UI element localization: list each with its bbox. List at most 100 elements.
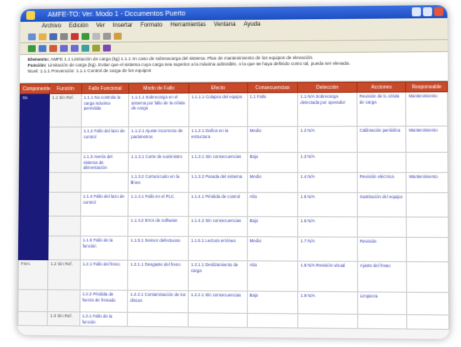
chart-icon[interactable]	[102, 44, 111, 52]
table-cell[interactable]: 1.2 N/A	[297, 126, 358, 153]
table-row[interactable]: 1.1.5 Fallo de la función 1.1.5.1 Sensor …	[18, 235, 449, 262]
table-cell[interactable]: 1.2.2.1 Sin consecuencias	[188, 290, 248, 314]
table-cell[interactable]: 1.1.3.2 Cortocircuito en la línea	[128, 172, 189, 193]
open-icon[interactable]	[38, 33, 47, 41]
table-cell[interactable]	[298, 313, 358, 329]
table-cell[interactable]: Revisión de la célula de carga	[356, 91, 407, 127]
table-cell[interactable]: Mantenimiento	[406, 91, 448, 127]
table-cell[interactable]	[406, 217, 449, 238]
column-header[interactable]: Acciones	[356, 81, 407, 93]
table-cell[interactable]	[188, 312, 247, 328]
table-cell[interactable]: Bajo	[247, 152, 298, 173]
table-row[interactable]: 1.1.2 Fallo del lazo de control 1.1.2.1 A…	[19, 126, 448, 153]
table-cell[interactable]: 1.1.5.1 Lectura errónea	[188, 236, 248, 261]
table-cell[interactable]: Sustitución del equipo	[357, 192, 407, 218]
table-cell[interactable]: Medio	[247, 126, 298, 153]
table-row[interactable]: 1.1.3 Avería del sistema de alimentación…	[19, 152, 448, 173]
table-cell[interactable]	[406, 237, 449, 262]
search-icon[interactable]	[92, 44, 101, 52]
column-header[interactable]: Consecuencias	[247, 82, 298, 93]
table-cell[interactable]	[19, 172, 50, 193]
arrow-left-icon[interactable]	[59, 44, 68, 52]
table-cell[interactable]: Alto	[247, 260, 298, 292]
table-cell[interactable]: 1.3 Sin Ref.	[47, 311, 80, 326]
table-row[interactable]: 1.3 Sin Ref. 1.3.1 Fallo de la función	[17, 311, 449, 330]
table-cell[interactable]: 1.7 N/A	[297, 236, 358, 262]
table-row[interactable]: 1.1.4.2 Error de software 1.1.4.2 Sin con…	[18, 215, 449, 238]
table-cell[interactable]: Fren.	[18, 259, 49, 290]
table-row[interactable]: 1.1.4 Fallo del lazo de control 1.1.4.1 F…	[18, 192, 449, 218]
table-cell[interactable]: Calibración periódica	[357, 126, 407, 153]
table-cell[interactable]	[48, 235, 81, 260]
copy-icon[interactable]	[103, 32, 111, 40]
menu-item[interactable]: Edición	[69, 21, 88, 31]
table-cell[interactable]: 1.6 N/A	[297, 216, 358, 238]
arrow-right-icon[interactable]	[70, 44, 79, 52]
table-cell[interactable]	[127, 312, 189, 327]
table-cell[interactable]: 1.1 N/A Sobrecarga detectada por operado…	[297, 92, 358, 127]
menu-item[interactable]: Ver	[96, 21, 105, 31]
menu-item[interactable]: Archivo	[42, 21, 62, 31]
table-cell[interactable]: 1.1.4.2 Sin consecuencias	[188, 216, 248, 237]
table-cell[interactable]	[48, 172, 81, 193]
menu-item[interactable]: Ventana	[214, 20, 236, 30]
table-cell[interactable]: 1.3 N/A	[297, 152, 358, 173]
table-cell[interactable]: 1.1.3.1 Corte de suministro	[128, 152, 189, 173]
column-header[interactable]: Detección	[297, 82, 357, 93]
maximize-icon[interactable]	[422, 7, 433, 17]
table-cell[interactable]: 1.1 Sin Ref.	[49, 93, 82, 128]
table-cell[interactable]: 1.1.4.1 Fallo en el PLC	[128, 192, 189, 217]
table-cell[interactable]: 1.4 N/A	[297, 172, 358, 193]
flag-icon[interactable]	[49, 44, 58, 52]
table-cell[interactable]	[47, 289, 80, 312]
table-cell[interactable]	[19, 127, 50, 153]
table-cell[interactable]: 1.2.2.1 Contaminación de los discos	[127, 290, 189, 313]
table-cell[interactable]: Medio	[247, 236, 298, 262]
table-cell[interactable]	[357, 152, 407, 173]
table-cell[interactable]: 1.3.1 Fallo de la función	[79, 311, 128, 327]
table-cell[interactable]	[406, 152, 448, 173]
table-cell[interactable]: 1.1.2 Fallo del lazo de control	[80, 126, 129, 153]
table-cell[interactable]: 1.1 Fallo	[247, 92, 298, 127]
table-row[interactable]: 1.1.3.2 Cortocircuito en la línea 1.1.3.2…	[19, 172, 449, 193]
table-cell[interactable]: 1.1.4.2 Error de software	[128, 216, 189, 237]
table-cell[interactable]	[357, 314, 408, 329]
paste-icon[interactable]	[113, 32, 122, 40]
save-icon[interactable]	[49, 33, 58, 41]
table-cell[interactable]	[246, 313, 299, 328]
table-cell[interactable]: Alto	[247, 192, 298, 217]
new-icon[interactable]	[28, 33, 36, 41]
table-cell[interactable]	[19, 152, 50, 173]
table-cell[interactable]	[18, 192, 49, 217]
table-cell[interactable]: 1.1.2.1 Daños en la estructura	[188, 126, 248, 153]
table-cell[interactable]	[406, 261, 449, 293]
column-header[interactable]: Fallo Funcional	[81, 83, 130, 94]
column-header[interactable]: Efecto	[188, 82, 248, 93]
table-cell[interactable]: Limpieza	[357, 291, 408, 315]
menu-item[interactable]: Formato	[140, 21, 162, 31]
table-cell[interactable]: 1.1.4 Fallo del lazo de control	[80, 192, 129, 217]
table-cell[interactable]: Mantenimiento	[406, 126, 448, 153]
table-cell[interactable]	[406, 192, 449, 218]
table-cell[interactable]	[80, 216, 129, 237]
table-cell[interactable]: Bajo	[247, 216, 298, 237]
column-header[interactable]: Modo de Fallo	[128, 83, 189, 94]
table-cell[interactable]	[407, 292, 449, 315]
delete-icon[interactable]	[70, 33, 79, 40]
menu-item[interactable]: Herramientas	[170, 20, 206, 30]
check-icon[interactable]	[27, 45, 36, 53]
table-cell[interactable]: Sx	[19, 93, 50, 128]
table-cell[interactable]: Ajuste del freno	[357, 261, 408, 293]
table-cell[interactable]: Bajo	[246, 291, 299, 314]
table-cell[interactable]	[48, 192, 81, 217]
table-cell[interactable]	[49, 126, 82, 153]
table-cell[interactable]: 1.1.5.1 Sensor defectuoso	[128, 236, 189, 261]
table-cell[interactable]: 1.1.3.1 Sin consecuencias	[188, 152, 248, 173]
menu-item[interactable]: Insertar	[113, 21, 133, 31]
table-cell[interactable]: Medio	[247, 172, 298, 193]
table-cell[interactable]: 1.5 N/A	[297, 192, 358, 217]
table-cell[interactable]: 1.1.3 Avería del sistema de alimentación	[80, 152, 129, 173]
amfe-table-container[interactable]: Componente Función Fallo Funcional Modo …	[17, 81, 449, 339]
cut-icon[interactable]	[92, 32, 101, 40]
table-cell[interactable]: 1.1.1.1 Colapso del equipo	[188, 92, 248, 127]
